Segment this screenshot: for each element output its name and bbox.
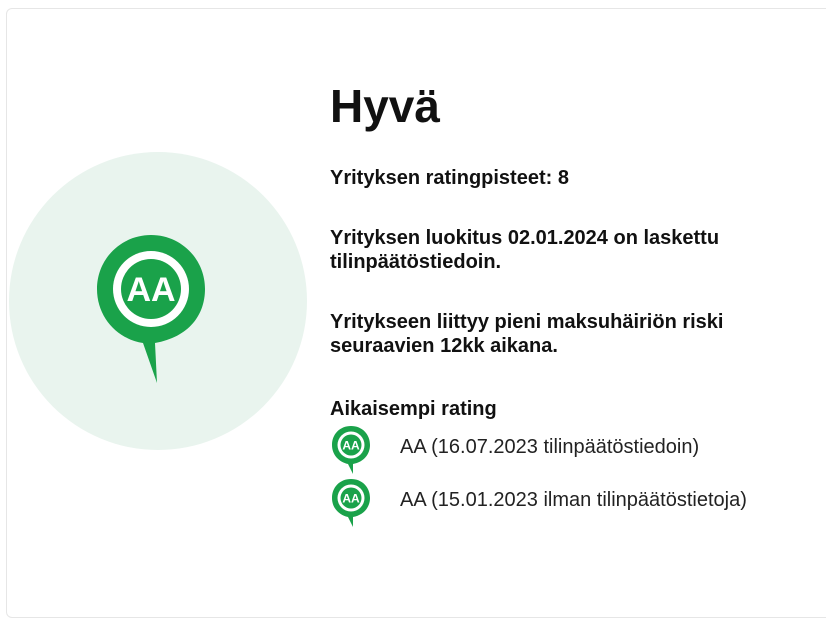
previous-rating-heading: Aikaisempi rating xyxy=(330,398,497,420)
rating-score: Yrityksen ratingpisteet: 8 xyxy=(330,167,569,189)
rating-calculation-info: Yrityksen luokitus 02.01.2024 on laskett… xyxy=(330,227,720,273)
big-badge-grade: AA xyxy=(126,271,175,309)
small-badge-grade: AA xyxy=(342,439,360,453)
previous-rating-item: AA AA (15.01.2023 ilman tilinpäätöstieto… xyxy=(331,478,826,527)
rating-title: Hyvä xyxy=(330,80,440,132)
previous-rating-item: AA AA (16.07.2023 tilinpäätöstiedoin) xyxy=(331,425,826,474)
rating-pin-icon: AA xyxy=(332,426,370,474)
small-badge-grade: AA xyxy=(342,492,360,506)
rating-pin-icon: AA xyxy=(97,235,205,383)
previous-rating-text: AA (16.07.2023 tilinpäätöstiedoin) xyxy=(400,436,700,458)
rating-pin-icon: AA xyxy=(332,479,370,527)
previous-rating-text: AA (15.01.2023 ilman tilinpäätöstietoja) xyxy=(400,489,747,511)
rating-risk-info: Yritykseen liittyy pieni maksuhäiriön ri… xyxy=(330,311,724,357)
